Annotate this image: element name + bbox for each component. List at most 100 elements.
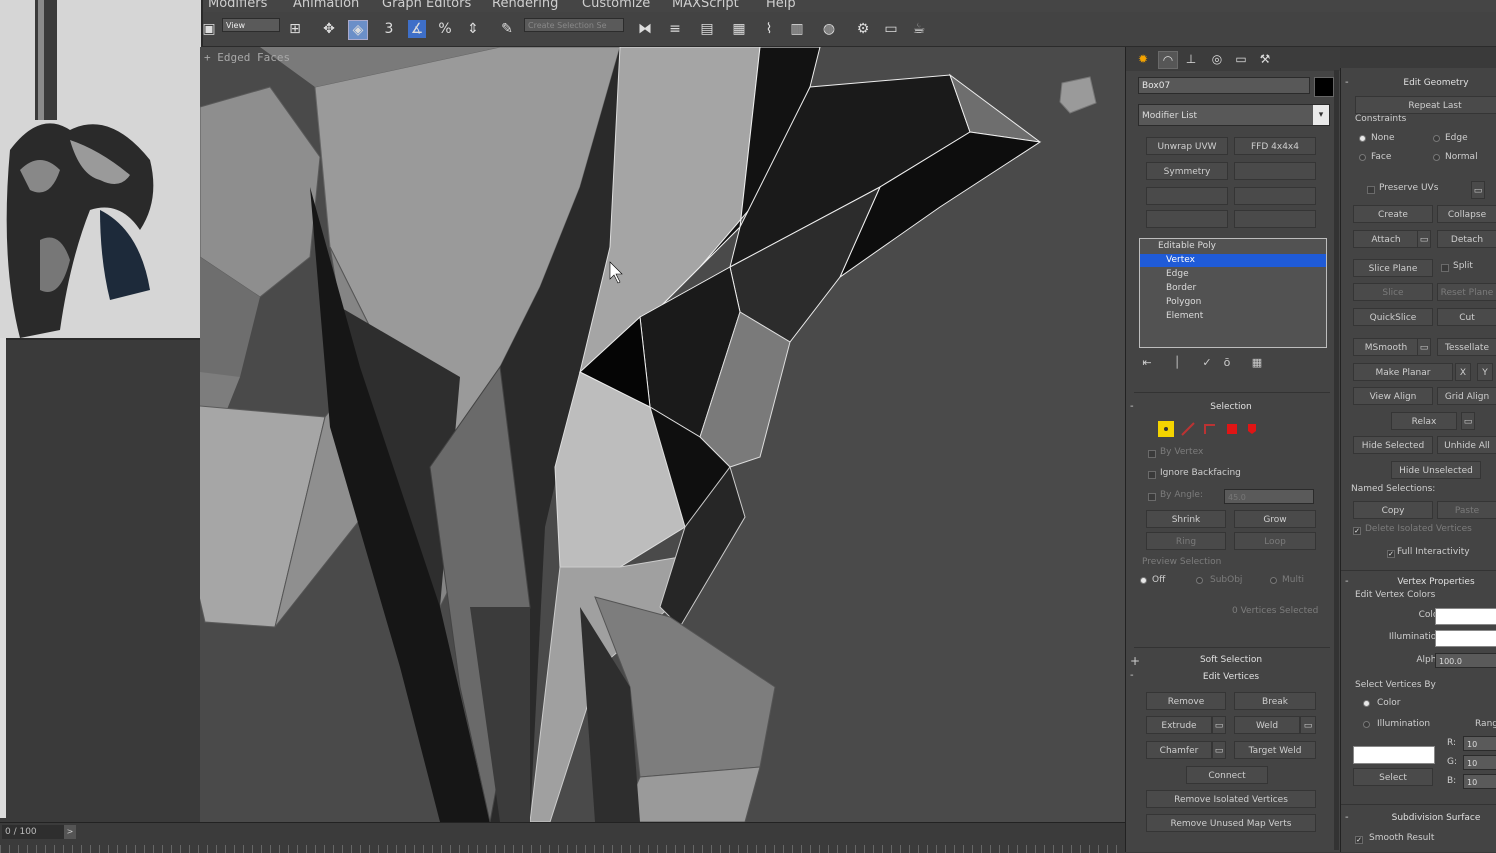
- range-r-spinner[interactable]: 10: [1463, 736, 1496, 751]
- cut-button[interactable]: Cut: [1437, 308, 1496, 326]
- range-b-spinner[interactable]: 10: [1463, 774, 1496, 789]
- select-by-illumination-radio[interactable]: [1363, 721, 1370, 728]
- edge-mode-icon[interactable]: [1180, 421, 1196, 437]
- remove-modifier-icon[interactable]: ō: [1220, 355, 1234, 371]
- constraint-face-radio[interactable]: [1359, 154, 1366, 161]
- mirror-icon[interactable]: ⧓: [636, 20, 654, 38]
- schematic-view-icon[interactable]: ▥: [788, 20, 806, 38]
- render-setup-icon[interactable]: ⚙: [854, 20, 872, 38]
- ffd-button[interactable]: FFD 4x4x4: [1234, 137, 1316, 155]
- extrude-button[interactable]: Extrude: [1146, 716, 1212, 734]
- target-weld-button[interactable]: Target Weld: [1234, 741, 1316, 759]
- menu-graph-editors[interactable]: Graph Editors: [382, 0, 471, 11]
- perspective-viewport[interactable]: + Edged Faces: [200, 47, 1125, 822]
- show-end-result-icon[interactable]: │: [1170, 355, 1184, 371]
- weld-button[interactable]: Weld: [1234, 716, 1300, 734]
- pivot-icon[interactable]: ⊞: [286, 20, 304, 38]
- constraint-none-radio[interactable]: [1359, 135, 1366, 142]
- collapse-icon[interactable]: -: [1345, 812, 1349, 823]
- attach-button[interactable]: Attach: [1353, 230, 1419, 248]
- stack-edge[interactable]: Edge: [1140, 268, 1326, 281]
- snap-toggle-icon[interactable]: 3: [380, 20, 398, 38]
- stack-editable-poly[interactable]: Editable Poly: [1140, 240, 1326, 253]
- msmooth-button[interactable]: MSmooth: [1353, 338, 1419, 356]
- make-planar-y-button[interactable]: Y: [1477, 363, 1493, 381]
- align-icon[interactable]: ≡: [666, 20, 684, 38]
- constraint-normal-radio[interactable]: [1433, 154, 1440, 161]
- illumination-swatch[interactable]: [1435, 630, 1496, 647]
- move-icon[interactable]: ✥: [320, 20, 338, 38]
- split-checkbox[interactable]: [1441, 264, 1449, 272]
- collapse-icon[interactable]: -: [1130, 670, 1134, 681]
- soft-selection-rollout-title[interactable]: Soft Selection: [1166, 653, 1296, 667]
- stack-polygon[interactable]: Polygon: [1140, 296, 1326, 309]
- preview-off-radio[interactable]: [1140, 577, 1147, 584]
- relax-button[interactable]: Relax: [1391, 412, 1457, 430]
- range-g-spinner[interactable]: 10: [1463, 755, 1496, 770]
- layer-manager-icon[interactable]: ▤: [698, 20, 716, 38]
- modifier-stack[interactable]: Editable Poly Vertex Edge Border Polygon…: [1139, 238, 1327, 348]
- edit-vertices-rollout-title[interactable]: Edit Vertices: [1166, 670, 1296, 684]
- select-manipulate-icon[interactable]: ◈: [348, 20, 368, 40]
- modifier-slot-8[interactable]: [1234, 210, 1316, 228]
- chevron-down-icon[interactable]: ▾: [1313, 105, 1329, 125]
- attach-list-icon[interactable]: ▭: [1417, 230, 1431, 248]
- tessellate-button[interactable]: Tessellate: [1437, 338, 1496, 356]
- angle-snap-icon[interactable]: ∡: [408, 20, 426, 38]
- pin-stack-icon[interactable]: ⇤: [1140, 355, 1154, 371]
- chamfer-settings-icon[interactable]: ▭: [1212, 741, 1226, 759]
- grow-button[interactable]: Grow: [1234, 510, 1316, 528]
- material-editor-icon[interactable]: ◍: [820, 20, 838, 38]
- subdivision-surface-title[interactable]: Subdivision Surface: [1361, 811, 1496, 825]
- reset-plane-button[interactable]: Reset Plane: [1437, 283, 1496, 301]
- modifier-list-dropdown[interactable]: Modifier List ▾: [1138, 104, 1330, 126]
- modifier-slot-6[interactable]: [1234, 187, 1316, 205]
- detach-button[interactable]: Detach: [1437, 230, 1496, 248]
- expand-icon[interactable]: +: [1130, 654, 1140, 668]
- remove-isolated-vertices-button[interactable]: Remove Isolated Vertices: [1146, 790, 1316, 808]
- vertex-color-swatch[interactable]: [1435, 608, 1496, 625]
- collapse-button[interactable]: Collapse: [1437, 205, 1496, 223]
- next-frame-button[interactable]: >: [64, 825, 76, 839]
- relax-settings-icon[interactable]: ▭: [1461, 412, 1475, 430]
- extrude-settings-icon[interactable]: ▭: [1212, 716, 1226, 734]
- repeat-last-button[interactable]: Repeat Last: [1355, 96, 1496, 114]
- object-name-field[interactable]: Box07: [1138, 77, 1310, 94]
- remove-unused-map-verts-button[interactable]: Remove Unused Map Verts: [1146, 814, 1316, 832]
- collapse-icon[interactable]: -: [1345, 77, 1349, 88]
- ignore-backfacing-checkbox[interactable]: [1148, 471, 1156, 479]
- slice-button[interactable]: Slice: [1353, 283, 1433, 301]
- time-slider[interactable]: 0 / 100 >: [0, 822, 1125, 853]
- display-tab-icon[interactable]: ▭: [1232, 51, 1250, 67]
- edit-geometry-title[interactable]: Edit Geometry: [1361, 76, 1496, 90]
- selection-rollout-title[interactable]: Selection: [1166, 400, 1296, 414]
- viewport-label[interactable]: + Edged Faces: [204, 51, 290, 64]
- weld-settings-icon[interactable]: ▭: [1300, 716, 1316, 734]
- hierarchy-tab-icon[interactable]: ⊥: [1182, 51, 1200, 67]
- msmooth-settings-icon[interactable]: ▭: [1417, 338, 1431, 356]
- grid-align-button[interactable]: Grid Align: [1437, 387, 1496, 405]
- collapse-icon[interactable]: -: [1345, 576, 1349, 587]
- reference-coordinate-select[interactable]: View: [222, 18, 280, 32]
- object-color-swatch[interactable]: [1314, 77, 1334, 97]
- view-align-button[interactable]: View Align: [1353, 387, 1433, 405]
- motion-tab-icon[interactable]: ◎: [1208, 51, 1226, 67]
- vertex-properties-title[interactable]: Vertex Properties: [1361, 575, 1496, 589]
- spinner-snap-icon[interactable]: ⇕: [464, 20, 482, 38]
- connect-button[interactable]: Connect: [1186, 766, 1268, 784]
- command-panel-scrollbar[interactable]: [1334, 70, 1339, 850]
- modifier-slot-7[interactable]: [1146, 210, 1228, 228]
- chamfer-button[interactable]: Chamfer: [1146, 741, 1212, 759]
- polygon-mode-icon[interactable]: [1224, 421, 1240, 437]
- select-button[interactable]: Select: [1353, 768, 1433, 786]
- menu-animation[interactable]: Animation: [293, 0, 359, 11]
- by-angle-checkbox[interactable]: [1148, 493, 1156, 501]
- loop-button[interactable]: Loop: [1234, 532, 1316, 550]
- smooth-result-checkbox[interactable]: ✓: [1355, 836, 1363, 844]
- hide-selected-button[interactable]: Hide Selected: [1353, 436, 1433, 454]
- menu-maxscript[interactable]: MAXScript: [672, 0, 739, 11]
- make-unique-icon[interactable]: ✓: [1200, 355, 1214, 371]
- make-planar-button[interactable]: Make Planar: [1353, 363, 1453, 381]
- frame-counter[interactable]: 0 / 100: [2, 825, 65, 839]
- menu-rendering[interactable]: Rendering: [492, 0, 558, 11]
